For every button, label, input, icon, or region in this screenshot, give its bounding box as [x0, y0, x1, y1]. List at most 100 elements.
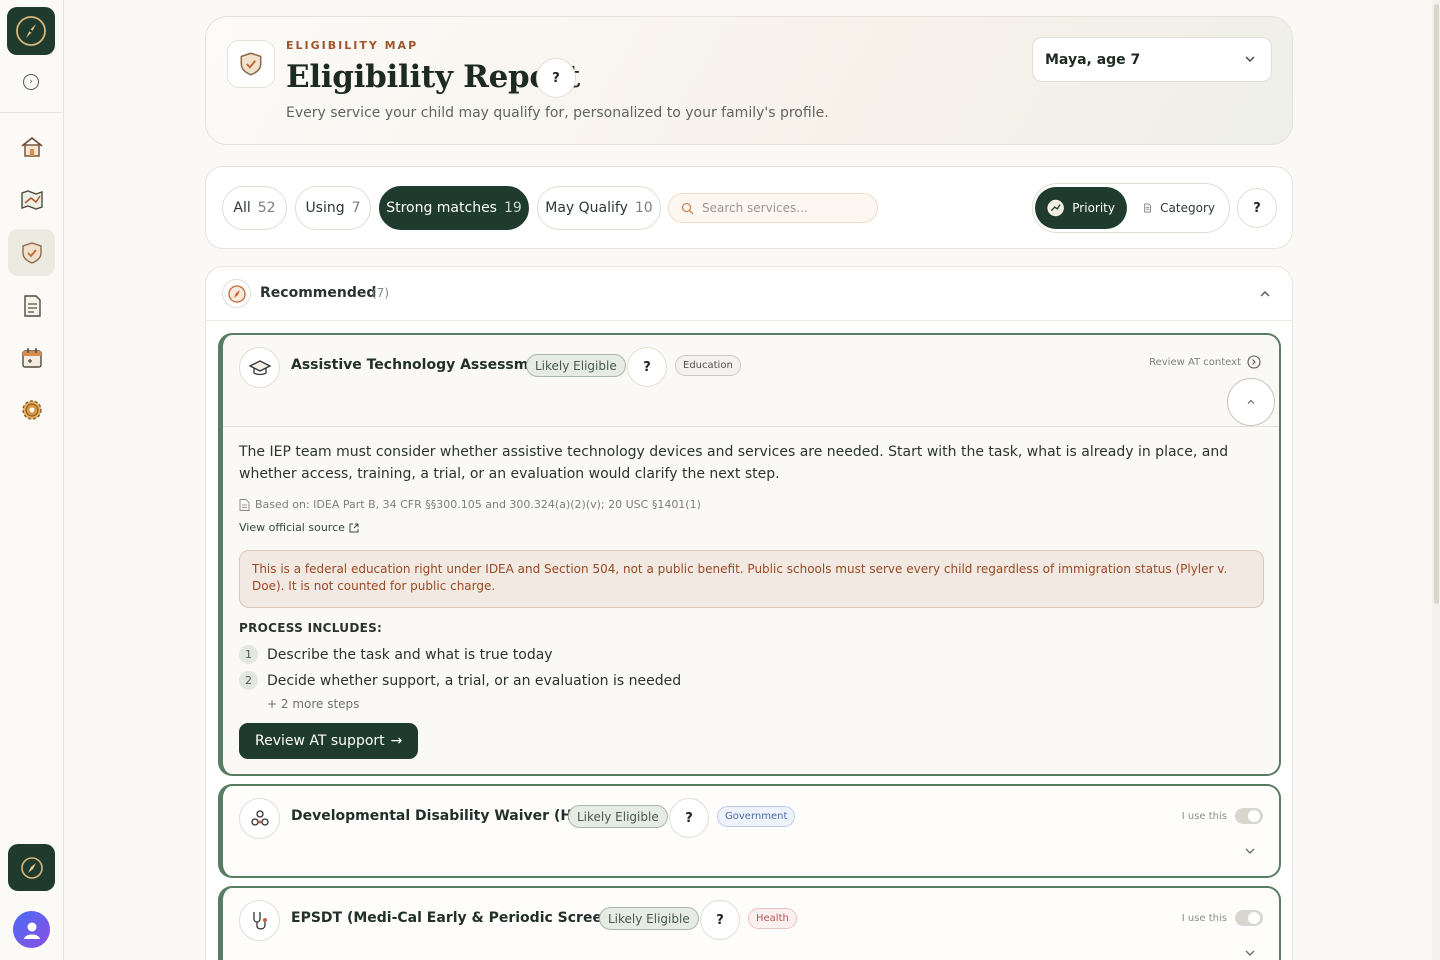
more-steps-link[interactable]: + 2 more steps [267, 697, 359, 711]
filter-help-button[interactable]: ? [1237, 188, 1277, 228]
compass-icon [16, 16, 46, 46]
scrollbar[interactable] [1432, 0, 1440, 960]
filter-label: May Qualify [545, 200, 628, 216]
legal-basis: Based on: IDEA Part B, 34 CFR §§300.105 … [239, 498, 701, 511]
document-icon [1144, 203, 1151, 213]
status-badge: Likely Eligible [568, 805, 668, 828]
status-badge: Likely Eligible [599, 907, 699, 930]
use-toggle-label: I use this [1181, 810, 1227, 822]
sidebar: › [0, 0, 64, 960]
people-icon [250, 809, 269, 826]
shield-icon [240, 52, 262, 76]
child-selector[interactable]: Maya, age 7 [1032, 37, 1272, 82]
view-priority-label: Priority [1072, 201, 1115, 215]
arrow-right-icon: → [390, 733, 403, 749]
card-icon [239, 900, 280, 941]
filter-using[interactable]: Using 7 [295, 186, 371, 230]
guide-button[interactable] [8, 844, 55, 891]
category-tag: Education [675, 355, 741, 376]
search-box[interactable] [668, 193, 878, 223]
chevron-right-icon: › [29, 76, 33, 87]
stethoscope-icon [252, 911, 267, 930]
sidebar-item-calendar[interactable] [8, 334, 55, 381]
document-icon [23, 294, 41, 317]
scrollbar-thumb[interactable] [1434, 4, 1439, 604]
card-title[interactable]: Assistive Technology Assessment [291, 357, 555, 373]
card-title[interactable]: EPSDT (Medi-Cal Early & Periodic Screeni… [291, 910, 643, 926]
filter-label: Using [305, 200, 345, 216]
chevron-down-icon [1245, 56, 1255, 62]
use-toggle-label: I use this [1181, 912, 1227, 924]
toggle-switch[interactable] [1235, 910, 1263, 926]
title-help-button[interactable]: ? [536, 58, 576, 98]
card-help-button[interactable]: ? [627, 347, 667, 387]
status-badge: Likely Eligible [526, 354, 626, 377]
view-category-button[interactable]: Category [1131, 187, 1227, 229]
section-title: Recommended [260, 285, 377, 301]
priority-icon [1047, 199, 1064, 217]
view-priority-button[interactable]: Priority [1035, 187, 1127, 229]
section-header[interactable]: Recommended (7) [206, 267, 1292, 321]
sidebar-item-home[interactable] [8, 123, 55, 170]
gear-icon [21, 399, 42, 420]
official-source-link[interactable]: View official source [239, 521, 359, 534]
search-input[interactable] [702, 201, 862, 215]
shield-icon [21, 241, 42, 264]
service-card: Developmental Disability Waiver (HCBS) L… [218, 784, 1281, 878]
calendar-icon [21, 347, 42, 368]
filter-count: 52 [257, 200, 276, 216]
step-number: 1 [239, 645, 258, 664]
card-icon [239, 347, 280, 388]
document-icon [239, 498, 250, 511]
sidebar-item-documents[interactable] [8, 282, 55, 329]
filter-count: 7 [351, 200, 361, 216]
collapse-card-button[interactable] [1227, 378, 1275, 426]
chevron-down-icon[interactable] [1243, 946, 1257, 960]
cta-label: Review AT support [255, 733, 385, 749]
page-eyebrow: ELIGIBILITY MAP [286, 39, 419, 52]
card-divider [223, 426, 1279, 427]
review-at-support-button[interactable]: Review AT support → [239, 723, 419, 759]
review-context-link[interactable]: Review AT context [1149, 355, 1261, 369]
compass-icon [227, 284, 246, 303]
section-count: (7) [372, 286, 389, 300]
step-text: Describe the task and what is true today [267, 646, 553, 663]
page-header: ELIGIBILITY MAP Eligibility Report ? Eve… [205, 16, 1293, 145]
graduation-cap-icon [248, 359, 271, 375]
filter-bar: All 52 Using 7 Strong matches 19 May Qua… [205, 166, 1293, 249]
use-toggle[interactable]: I use this [1182, 910, 1263, 926]
filter-label: Strong matches [386, 200, 497, 216]
card-help-button[interactable]: ? [669, 798, 709, 838]
arrow-circle-icon [1247, 355, 1261, 369]
category-tag: Government [717, 806, 796, 827]
chevron-down-icon[interactable] [1243, 844, 1257, 858]
filter-all[interactable]: All 52 [222, 186, 287, 230]
toggle-switch[interactable] [1235, 808, 1263, 824]
sidebar-item-settings[interactable] [8, 386, 55, 433]
home-icon [21, 136, 42, 157]
child-selector-value: Maya, age 7 [1045, 51, 1141, 68]
header-badge [227, 40, 275, 88]
card-help-button[interactable]: ? [700, 900, 740, 940]
avatar[interactable] [13, 911, 50, 948]
sidebar-item-map[interactable] [8, 176, 55, 223]
card-title[interactable]: Developmental Disability Waiver (HCBS) [291, 808, 609, 824]
app-logo[interactable] [7, 7, 55, 55]
sidebar-divider [0, 112, 63, 113]
sidebar-item-eligibility[interactable] [8, 229, 55, 276]
review-context-label: Review AT context [1149, 356, 1241, 368]
step-number: 2 [239, 671, 258, 690]
filter-label: All [233, 200, 251, 216]
chevron-up-icon[interactable] [1258, 287, 1272, 301]
expand-sidebar-button[interactable]: › [23, 74, 39, 90]
service-card: Assistive Technology Assessment Likely E… [218, 333, 1281, 776]
filter-strong-matches[interactable]: Strong matches 19 [379, 186, 529, 230]
search-icon [681, 202, 694, 214]
external-link-icon [349, 523, 359, 532]
official-source-label: View official source [239, 521, 345, 534]
use-toggle[interactable]: I use this [1182, 808, 1263, 824]
filter-may-qualify[interactable]: May Qualify 10 [537, 186, 661, 230]
process-step: 1 Describe the task and what is true tod… [239, 645, 553, 664]
immigration-notice: This is a federal education right under … [239, 550, 1264, 608]
process-step: 2 Decide whether support, a trial, or an… [239, 671, 681, 690]
